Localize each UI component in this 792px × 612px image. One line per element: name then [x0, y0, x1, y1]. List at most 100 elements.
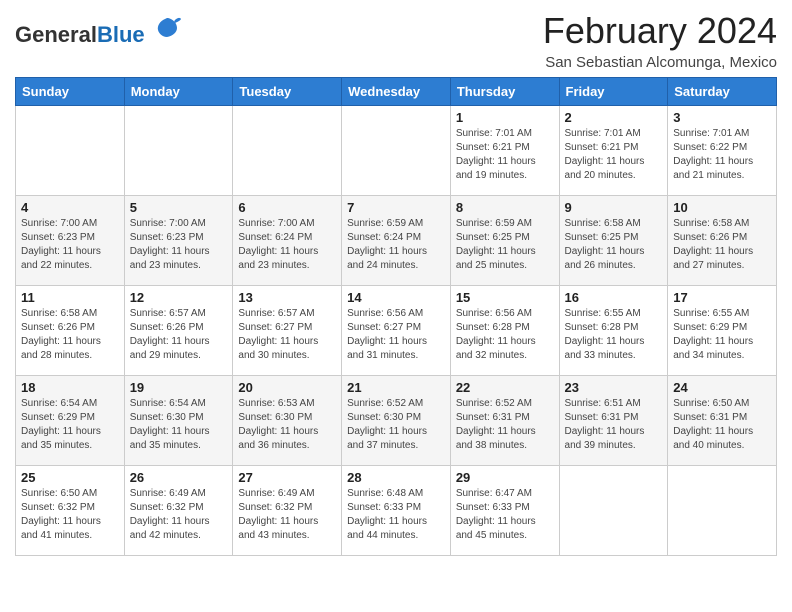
- day-number: 16: [565, 290, 663, 305]
- calendar-cell: 24 Sunrise: 6:50 AMSunset: 6:31 PMDayligh…: [668, 376, 777, 466]
- calendar-cell: 17 Sunrise: 6:55 AMSunset: 6:29 PMDayligh…: [668, 286, 777, 376]
- day-info: Sunrise: 7:01 AMSunset: 6:21 PMDaylight:…: [456, 127, 554, 183]
- day-number: 28: [347, 470, 445, 485]
- calendar-week-row: 4Sunrise: 7:00 AMSunset: 6:23 PMDaylight…: [16, 196, 777, 286]
- calendar-cell: [668, 466, 777, 556]
- day-number: 27: [238, 470, 336, 485]
- calendar-week-row: 18 Sunrise: 6:54 AMSunset: 6:29 PMDayligh…: [16, 376, 777, 466]
- day-info: Sunrise: 7:00 AMSunset: 6:23 PMDaylight:…: [21, 217, 119, 273]
- weekday-header-sunday: Sunday: [16, 78, 125, 106]
- calendar-cell: 3 Sunrise: 7:01 AMSunset: 6:22 PMDaylight…: [668, 106, 777, 196]
- day-number: 19: [130, 380, 228, 395]
- calendar-cell: 7 Sunrise: 6:59 AMSunset: 6:24 PMDaylight…: [342, 196, 451, 286]
- weekday-header-monday: Monday: [124, 78, 233, 106]
- calendar-cell: 1Sunrise: 7:01 AMSunset: 6:21 PMDaylight…: [450, 106, 559, 196]
- calendar-cell: [559, 466, 668, 556]
- title-area: February 2024 San Sebastian Alcomunga, M…: [543, 10, 777, 71]
- day-number: 9: [565, 200, 663, 215]
- logo-general-text: General: [15, 22, 97, 47]
- calendar-cell: 26 Sunrise: 6:49 AMSunset: 6:32 PMDayligh…: [124, 466, 233, 556]
- calendar-cell: 9 Sunrise: 6:58 AMSunset: 6:25 PMDaylight…: [559, 196, 668, 286]
- day-info: Sunrise: 7:01 AMSunset: 6:22 PMDaylight:…: [673, 127, 771, 183]
- calendar-cell: [342, 106, 451, 196]
- day-info: Sunrise: 6:54 AMSunset: 6:30 PMDaylight:…: [130, 397, 228, 453]
- calendar-cell: 2 Sunrise: 7:01 AMSunset: 6:21 PMDaylight…: [559, 106, 668, 196]
- day-info: Sunrise: 6:51 AMSunset: 6:31 PMDaylight:…: [565, 397, 663, 453]
- weekday-header-friday: Friday: [559, 78, 668, 106]
- day-number: 8: [456, 200, 554, 215]
- day-info: Sunrise: 6:55 AMSunset: 6:29 PMDaylight:…: [673, 307, 771, 363]
- day-info: Sunrise: 6:58 AMSunset: 6:26 PMDaylight:…: [673, 217, 771, 273]
- calendar-cell: [16, 106, 125, 196]
- day-info: Sunrise: 6:53 AMSunset: 6:30 PMDaylight:…: [238, 397, 336, 453]
- calendar-cell: 10 Sunrise: 6:58 AMSunset: 6:26 PMDayligh…: [668, 196, 777, 286]
- calendar-week-row: 11 Sunrise: 6:58 AMSunset: 6:26 PMDayligh…: [16, 286, 777, 376]
- day-number: 26: [130, 470, 228, 485]
- day-info: Sunrise: 6:56 AMSunset: 6:27 PMDaylight:…: [347, 307, 445, 363]
- day-number: 25: [21, 470, 119, 485]
- day-info: Sunrise: 6:52 AMSunset: 6:30 PMDaylight:…: [347, 397, 445, 453]
- day-number: 7: [347, 200, 445, 215]
- day-number: 11: [21, 290, 119, 305]
- day-info: Sunrise: 6:55 AMSunset: 6:28 PMDaylight:…: [565, 307, 663, 363]
- day-number: 14: [347, 290, 445, 305]
- calendar-week-row: 25 Sunrise: 6:50 AMSunset: 6:32 PMDayligh…: [16, 466, 777, 556]
- day-info: Sunrise: 6:57 AMSunset: 6:26 PMDaylight:…: [130, 307, 228, 363]
- calendar-week-row: 1Sunrise: 7:01 AMSunset: 6:21 PMDaylight…: [16, 106, 777, 196]
- day-info: Sunrise: 6:47 AMSunset: 6:33 PMDaylight:…: [456, 487, 554, 543]
- calendar-cell: 25 Sunrise: 6:50 AMSunset: 6:32 PMDayligh…: [16, 466, 125, 556]
- day-info: Sunrise: 6:50 AMSunset: 6:32 PMDaylight:…: [21, 487, 119, 543]
- day-number: 10: [673, 200, 771, 215]
- day-info: Sunrise: 7:01 AMSunset: 6:21 PMDaylight:…: [565, 127, 663, 183]
- day-info: Sunrise: 6:49 AMSunset: 6:32 PMDaylight:…: [130, 487, 228, 543]
- day-info: Sunrise: 6:58 AMSunset: 6:26 PMDaylight:…: [21, 307, 119, 363]
- calendar-cell: 11 Sunrise: 6:58 AMSunset: 6:26 PMDayligh…: [16, 286, 125, 376]
- day-info: Sunrise: 6:58 AMSunset: 6:25 PMDaylight:…: [565, 217, 663, 273]
- calendar-cell: 13 Sunrise: 6:57 AMSunset: 6:27 PMDayligh…: [233, 286, 342, 376]
- day-info: Sunrise: 6:56 AMSunset: 6:28 PMDaylight:…: [456, 307, 554, 363]
- day-number: 21: [347, 380, 445, 395]
- calendar-cell: 28Sunrise: 6:48 AMSunset: 6:33 PMDayligh…: [342, 466, 451, 556]
- calendar-cell: 21 Sunrise: 6:52 AMSunset: 6:30 PMDayligh…: [342, 376, 451, 466]
- day-number: 29: [456, 470, 554, 485]
- day-number: 13: [238, 290, 336, 305]
- day-number: 12: [130, 290, 228, 305]
- logo: GeneralBlue: [15, 14, 181, 47]
- day-info: Sunrise: 6:57 AMSunset: 6:27 PMDaylight:…: [238, 307, 336, 363]
- calendar-cell: 8Sunrise: 6:59 AMSunset: 6:25 PMDaylight…: [450, 196, 559, 286]
- calendar-cell: [233, 106, 342, 196]
- day-number: 3: [673, 110, 771, 125]
- logo-bird-icon: [153, 14, 181, 42]
- calendar-cell: 23 Sunrise: 6:51 AMSunset: 6:31 PMDayligh…: [559, 376, 668, 466]
- day-number: 23: [565, 380, 663, 395]
- location-subtitle: San Sebastian Alcomunga, Mexico: [543, 54, 777, 71]
- day-info: Sunrise: 6:59 AMSunset: 6:24 PMDaylight:…: [347, 217, 445, 273]
- day-info: Sunrise: 7:00 AMSunset: 6:24 PMDaylight:…: [238, 217, 336, 273]
- weekday-header-tuesday: Tuesday: [233, 78, 342, 106]
- day-number: 2: [565, 110, 663, 125]
- day-number: 17: [673, 290, 771, 305]
- page-header: GeneralBlue February 2024 San Sebastian …: [15, 10, 777, 71]
- weekday-header-thursday: Thursday: [450, 78, 559, 106]
- day-info: Sunrise: 6:49 AMSunset: 6:32 PMDaylight:…: [238, 487, 336, 543]
- day-number: 18: [21, 380, 119, 395]
- calendar-cell: 27 Sunrise: 6:49 AMSunset: 6:32 PMDayligh…: [233, 466, 342, 556]
- day-info: Sunrise: 6:54 AMSunset: 6:29 PMDaylight:…: [21, 397, 119, 453]
- calendar-cell: 16 Sunrise: 6:55 AMSunset: 6:28 PMDayligh…: [559, 286, 668, 376]
- weekday-header-row: SundayMondayTuesdayWednesdayThursdayFrid…: [16, 78, 777, 106]
- day-info: Sunrise: 6:50 AMSunset: 6:31 PMDaylight:…: [673, 397, 771, 453]
- calendar-cell: 14 Sunrise: 6:56 AMSunset: 6:27 PMDayligh…: [342, 286, 451, 376]
- day-number: 20: [238, 380, 336, 395]
- calendar-cell: 4Sunrise: 7:00 AMSunset: 6:23 PMDaylight…: [16, 196, 125, 286]
- day-number: 5: [130, 200, 228, 215]
- day-number: 24: [673, 380, 771, 395]
- calendar-cell: 12 Sunrise: 6:57 AMSunset: 6:26 PMDayligh…: [124, 286, 233, 376]
- logo-blue-text: Blue: [97, 22, 145, 47]
- month-title: February 2024: [543, 10, 777, 52]
- weekday-header-saturday: Saturday: [668, 78, 777, 106]
- calendar-cell: 19 Sunrise: 6:54 AMSunset: 6:30 PMDayligh…: [124, 376, 233, 466]
- day-number: 22: [456, 380, 554, 395]
- calendar-cell: 15Sunrise: 6:56 AMSunset: 6:28 PMDayligh…: [450, 286, 559, 376]
- calendar-cell: 5Sunrise: 7:00 AMSunset: 6:23 PMDaylight…: [124, 196, 233, 286]
- calendar-cell: 22Sunrise: 6:52 AMSunset: 6:31 PMDayligh…: [450, 376, 559, 466]
